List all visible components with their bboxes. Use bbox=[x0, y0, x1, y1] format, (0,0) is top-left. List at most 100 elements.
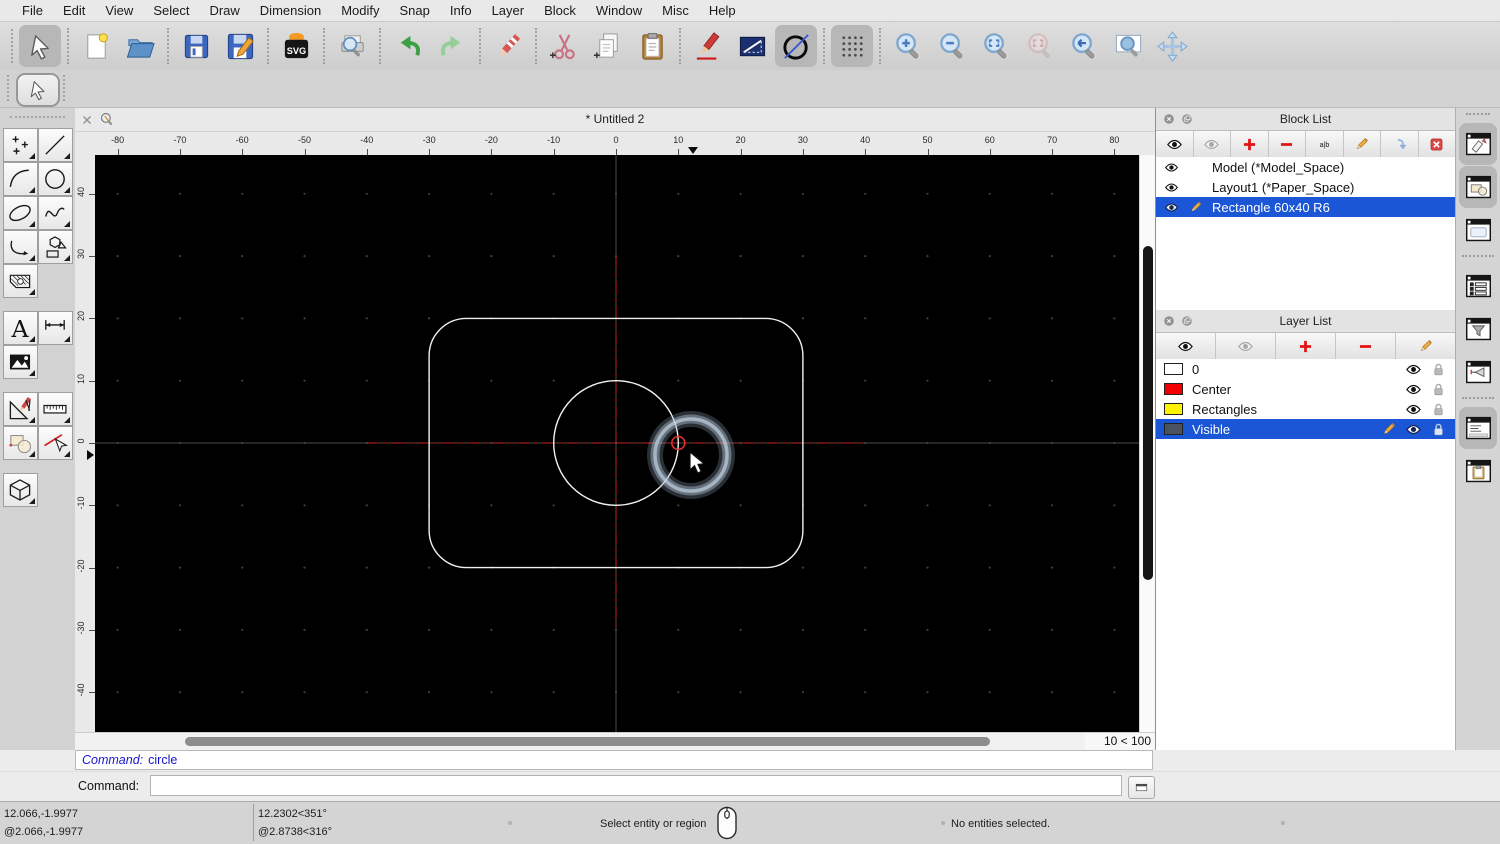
tool-isometric-cube-button[interactable] bbox=[2, 473, 38, 507]
visibility-eye-icon[interactable] bbox=[1162, 180, 1180, 195]
menu-view[interactable]: View bbox=[95, 3, 143, 18]
clipboard-widget-button[interactable] bbox=[1459, 450, 1497, 492]
menu-window[interactable]: Window bbox=[586, 3, 652, 18]
command-input[interactable] bbox=[150, 775, 1122, 796]
block-remove-block-button[interactable] bbox=[1419, 131, 1456, 157]
layer-color-swatch[interactable] bbox=[1164, 403, 1183, 415]
tool-select-entity-button[interactable] bbox=[37, 426, 73, 460]
menu-misc[interactable]: Misc bbox=[652, 3, 699, 18]
tool-line-button[interactable] bbox=[37, 128, 73, 162]
block-edit-pencil-button[interactable] bbox=[1344, 131, 1381, 157]
tool-measure-button[interactable] bbox=[37, 392, 73, 426]
close-panel-icon[interactable] bbox=[1161, 313, 1177, 329]
vertical-scrollbar[interactable] bbox=[1139, 155, 1155, 732]
visibility-eye-icon[interactable] bbox=[1405, 381, 1422, 398]
layer-row-Visible[interactable]: Visible bbox=[1156, 419, 1455, 439]
float-panel-icon[interactable] bbox=[1179, 111, 1195, 127]
zoom-window-button[interactable] bbox=[1107, 25, 1149, 67]
tool-blocks-button[interactable] bbox=[2, 426, 38, 460]
entity-list-widget-button[interactable] bbox=[1459, 265, 1497, 307]
menu-layer[interactable]: Layer bbox=[482, 3, 535, 18]
layer-row-Center[interactable]: Center bbox=[1156, 379, 1455, 399]
menu-help[interactable]: Help bbox=[699, 3, 746, 18]
svg-export-button[interactable]: SVG bbox=[275, 25, 317, 67]
tool-circle-button[interactable] bbox=[37, 162, 73, 196]
block-plus-button[interactable] bbox=[1231, 131, 1269, 157]
visibility-eye-icon[interactable] bbox=[1405, 401, 1422, 418]
paste-button[interactable] bbox=[631, 25, 673, 67]
layer-row-Rectangles[interactable]: Rectangles bbox=[1156, 399, 1455, 419]
tool-polyline-button[interactable] bbox=[2, 230, 38, 264]
tool-spline-button[interactable] bbox=[37, 196, 73, 230]
block-list-widget-button[interactable] bbox=[1459, 123, 1497, 165]
new-document-button[interactable] bbox=[75, 25, 117, 67]
horizontal-scrollbar[interactable]: 10 < 100 bbox=[75, 732, 1155, 750]
keyboard-toggle-button[interactable] bbox=[1128, 776, 1155, 799]
cad-canvas[interactable] bbox=[95, 155, 1139, 732]
lock-icon[interactable] bbox=[1430, 361, 1447, 378]
selection-arrow-button[interactable] bbox=[19, 25, 61, 67]
block-row-3[interactable]: Rectangle 60x40 R6 bbox=[1156, 197, 1455, 217]
pen-widget-button[interactable] bbox=[1459, 351, 1497, 393]
horizontal-scrollbar-thumb[interactable] bbox=[185, 737, 990, 746]
block-eye-open-button[interactable] bbox=[1156, 131, 1194, 157]
print-preview-button[interactable] bbox=[331, 25, 373, 67]
layer-color-swatch[interactable] bbox=[1164, 423, 1183, 435]
layer-eye-open-button[interactable] bbox=[1156, 333, 1216, 359]
save-button[interactable] bbox=[175, 25, 217, 67]
selection-tool-button[interactable] bbox=[16, 73, 60, 107]
save-as-button[interactable] bbox=[219, 25, 261, 67]
menu-block[interactable]: Block bbox=[534, 3, 586, 18]
draw-pen-button[interactable] bbox=[687, 25, 729, 67]
redo-button[interactable] bbox=[431, 25, 473, 67]
menu-snap[interactable]: Snap bbox=[390, 3, 440, 18]
close-panel-icon[interactable] bbox=[1161, 111, 1177, 127]
tool-ellipse-button[interactable] bbox=[2, 196, 38, 230]
menu-edit[interactable]: Edit bbox=[53, 3, 95, 18]
lock-icon[interactable] bbox=[1430, 381, 1447, 398]
layer-row-0[interactable]: 0 bbox=[1156, 359, 1455, 379]
menu-file[interactable]: File bbox=[12, 3, 53, 18]
float-panel-icon[interactable] bbox=[1179, 313, 1195, 329]
tool-hatch-button[interactable] bbox=[2, 264, 38, 298]
layer-plus-button[interactable] bbox=[1276, 333, 1336, 359]
undo-button[interactable] bbox=[387, 25, 429, 67]
edit-pencil-icon[interactable] bbox=[1186, 200, 1204, 215]
zoom-in-button[interactable] bbox=[887, 25, 929, 67]
tool-modify-button[interactable] bbox=[2, 392, 38, 426]
layer-list-widget-button[interactable] bbox=[1459, 166, 1497, 208]
lock-icon[interactable] bbox=[1430, 421, 1447, 438]
zoom-back-button[interactable] bbox=[1063, 25, 1105, 67]
block-row-2[interactable]: Layout1 (*Paper_Space) bbox=[1156, 177, 1455, 197]
cut-button[interactable] bbox=[543, 25, 585, 67]
tool-dimension-button[interactable] bbox=[37, 311, 73, 345]
lock-icon[interactable] bbox=[1430, 401, 1447, 418]
tool-points-button[interactable] bbox=[2, 128, 38, 162]
tool-arc-button[interactable] bbox=[2, 162, 38, 196]
filter-widget-button[interactable] bbox=[1459, 308, 1497, 350]
menu-dimension[interactable]: Dimension bbox=[250, 3, 331, 18]
visibility-eye-icon[interactable] bbox=[1162, 160, 1180, 175]
block-minus-button[interactable] bbox=[1269, 131, 1306, 157]
visibility-eye-icon[interactable] bbox=[1405, 361, 1422, 378]
tool-image-button[interactable] bbox=[2, 345, 38, 379]
library-widget-button[interactable] bbox=[1459, 209, 1497, 251]
tool-shapes-button[interactable] bbox=[37, 230, 73, 264]
block-eye-closed-button[interactable] bbox=[1194, 131, 1231, 157]
zoom-out-button[interactable] bbox=[931, 25, 973, 67]
tool-text-button[interactable]: A bbox=[2, 311, 38, 345]
menu-info[interactable]: Info bbox=[440, 3, 482, 18]
vertical-scrollbar-thumb[interactable] bbox=[1143, 246, 1153, 580]
layer-edit-pencil-button[interactable] bbox=[1396, 333, 1455, 359]
zoom-pan-button[interactable] bbox=[1151, 25, 1193, 67]
open-file-button[interactable] bbox=[119, 25, 161, 67]
layer-eye-closed-button[interactable] bbox=[1216, 333, 1276, 359]
block-insert-block-button[interactable] bbox=[1381, 131, 1419, 157]
visibility-eye-icon[interactable] bbox=[1405, 421, 1422, 438]
zoom-previous-button[interactable] bbox=[1019, 25, 1061, 67]
line-mode-button[interactable] bbox=[731, 25, 773, 67]
copy-button[interactable] bbox=[587, 25, 629, 67]
menu-modify[interactable]: Modify bbox=[331, 3, 389, 18]
grid-toggle-button[interactable] bbox=[831, 25, 873, 67]
layer-color-swatch[interactable] bbox=[1164, 383, 1183, 395]
